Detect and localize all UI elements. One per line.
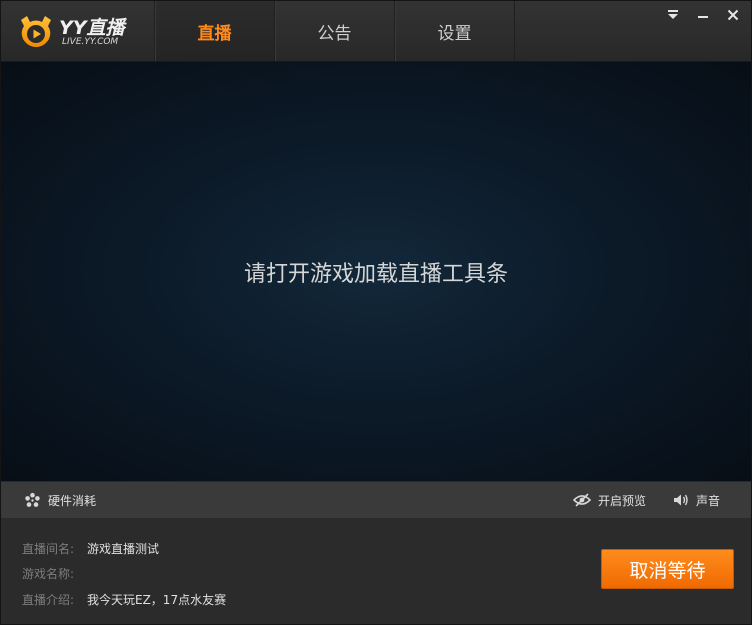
cancel-waiting-button[interactable]: 取消等待 <box>601 549 734 589</box>
title-bar: YY直播 LIVE.YY.COM 直播 公告 设置 <box>1 1 751 62</box>
speaker-icon <box>674 494 688 506</box>
sound-button[interactable]: 声音 <box>673 482 720 518</box>
live-intro-label: 直播介绍: <box>22 593 75 607</box>
eye-hidden-icon <box>573 493 591 507</box>
main-tabs: 直播 公告 设置 <box>154 1 515 61</box>
bottom-toolbar: 硬件消耗 开启预览 声音 <box>1 481 751 519</box>
room-name-label: 直播间名: <box>22 542 75 556</box>
minimize-button[interactable] <box>695 7 711 23</box>
game-name-label: 游戏名称: <box>22 567 75 581</box>
enable-preview-label: 开启预览 <box>598 493 647 508</box>
live-intro-value: 我今天玩EZ，17点水友赛 <box>87 593 227 607</box>
live-intro-row: 直播介绍: 我今天玩EZ，17点水友赛 <box>22 591 226 608</box>
app-logo: YY直播 LIVE.YY.COM <box>17 12 147 52</box>
logo-title: YY直播 <box>59 17 125 39</box>
dropdown-menu-icon <box>668 10 678 19</box>
live-window: YY直播 LIVE.YY.COM 直播 公告 设置 请打开游戏加载直播工具条 硬… <box>0 0 752 625</box>
close-icon <box>727 9 739 21</box>
game-name-row: 游戏名称: <box>22 565 87 582</box>
logo-subtitle: LIVE.YY.COM <box>62 37 119 47</box>
live-info-panel: 直播间名: 游戏直播测试 游戏名称: 直播介绍: 我今天玩EZ，17点水友赛 取… <box>1 518 751 624</box>
dropdown-menu-button[interactable] <box>665 7 681 23</box>
sound-label: 声音 <box>696 493 721 508</box>
minimize-icon <box>698 16 708 18</box>
close-button[interactable] <box>725 7 741 23</box>
tab-live[interactable]: 直播 <box>154 1 274 61</box>
enable-preview-button[interactable]: 开启预览 <box>573 482 646 518</box>
room-name-row: 直播间名: 游戏直播测试 <box>22 540 159 557</box>
hardware-icon <box>25 492 40 507</box>
yy-logo-icon <box>21 16 51 47</box>
tab-announcement[interactable]: 公告 <box>274 1 394 61</box>
room-name-value: 游戏直播测试 <box>87 542 160 556</box>
video-preview-area: 请打开游戏加载直播工具条 <box>1 62 751 481</box>
window-controls <box>665 7 741 23</box>
tab-settings[interactable]: 设置 <box>394 1 515 61</box>
video-placeholder-message: 请打开游戏加载直播工具条 <box>243 261 508 287</box>
hardware-usage-label: 硬件消耗 <box>48 493 97 508</box>
hardware-usage-button[interactable]: 硬件消耗 <box>24 482 96 518</box>
